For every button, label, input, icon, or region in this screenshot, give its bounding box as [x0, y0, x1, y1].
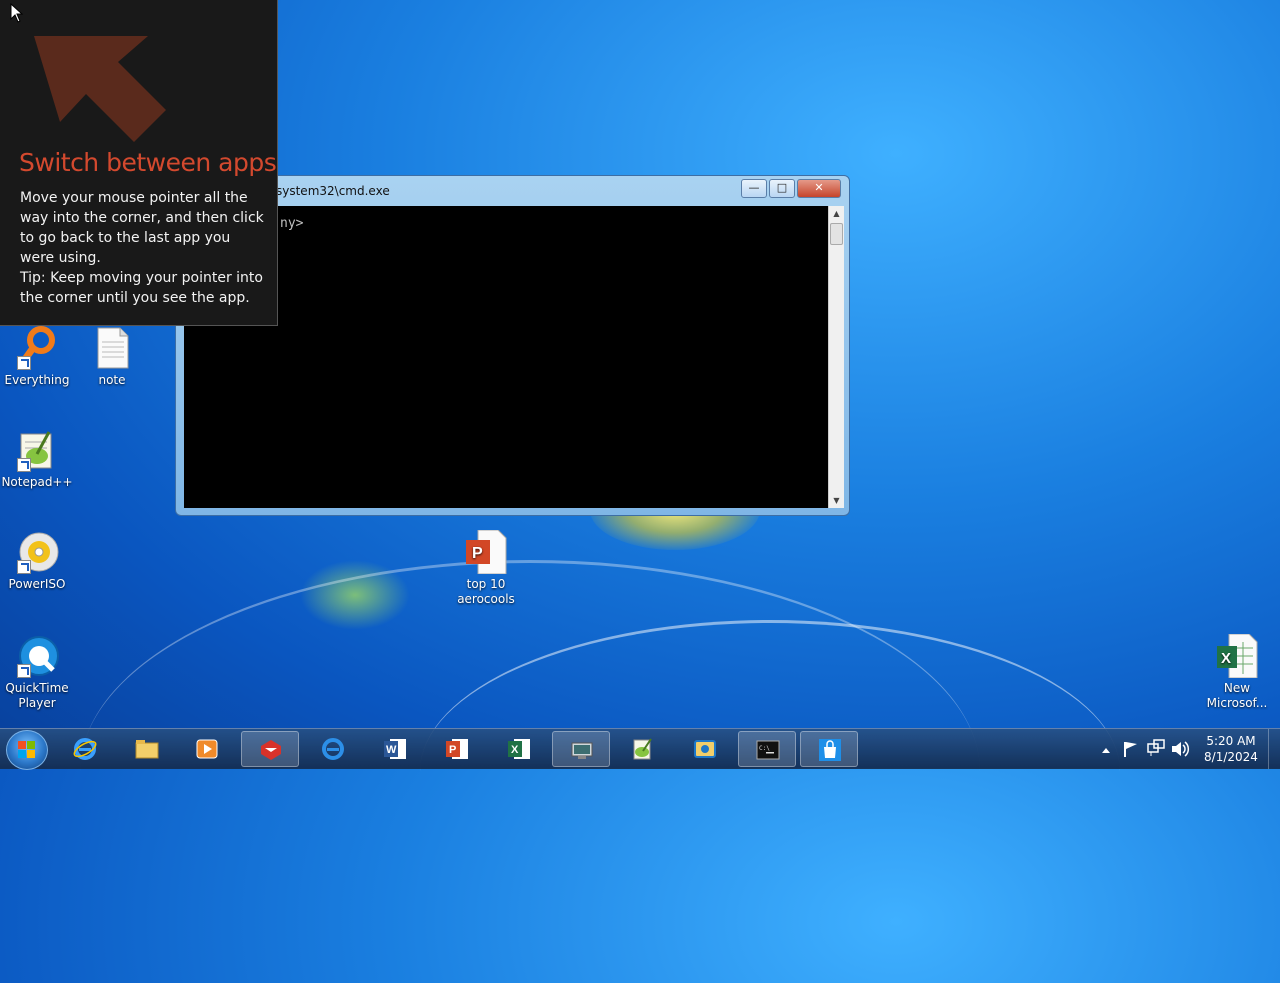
store-bag-icon: [819, 739, 841, 761]
desktop-icon-top10-aerocools[interactable]: P top 10 aerocools: [449, 529, 523, 607]
desktop-icon-label: note: [98, 373, 126, 387]
start-button[interactable]: [6, 730, 48, 770]
shortcut-arrow-icon: [17, 356, 31, 370]
arrow-up-left-icon: [34, 36, 166, 142]
desktop-icon-new-excel[interactable]: X New Microsof...: [1200, 633, 1274, 711]
switch-apps-tip-panel: Switch between apps Move your mouse poin…: [0, 0, 278, 326]
taskbar-powerpoint[interactable]: P: [428, 731, 486, 767]
tray-network[interactable]: [1146, 729, 1166, 769]
flag-icon: [1124, 742, 1137, 757]
desktop-icon-label: Everything: [4, 373, 70, 387]
taskbar-file-explorer[interactable]: [118, 731, 176, 767]
mouse-cursor-icon: [10, 3, 24, 23]
shortcut-arrow-icon: [17, 664, 31, 678]
notepad-plus-plus-icon: [15, 428, 59, 472]
svg-text:X: X: [1221, 650, 1231, 667]
tray-action-center[interactable]: [1122, 729, 1140, 769]
device-manager-icon: [571, 742, 593, 759]
desktop-icon-poweriso[interactable]: PowerISO: [0, 530, 74, 592]
desktop-icon-label: QuickTime Player: [5, 681, 69, 710]
taskbar-internet-explorer[interactable]: [56, 731, 114, 767]
taskbar-explorer-alt[interactable]: [676, 731, 734, 767]
svg-text:P: P: [472, 545, 483, 562]
svg-text:C:\: C:\: [759, 745, 770, 752]
powerpoint-file-icon: P: [464, 529, 508, 575]
taskbar-cmd[interactable]: C:\: [738, 731, 796, 767]
shortcut-arrow-icon: [17, 560, 31, 574]
text-file-icon: [90, 326, 134, 370]
desktop-icon-label: Notepad++: [1, 475, 73, 489]
wallpaper-arc: [80, 560, 980, 983]
excel-file-icon: X: [1215, 633, 1259, 679]
desktop-icon-quicktime[interactable]: QuickTime Player: [0, 634, 74, 711]
show-desktop-button[interactable]: [1268, 729, 1280, 769]
taskbar-device-manager[interactable]: [552, 731, 610, 767]
taskbar: W P X C:\ 5:20 AM 8/1/2024: [0, 728, 1280, 770]
poweriso-icon: [15, 530, 59, 574]
desktop-icon-note[interactable]: note: [75, 326, 149, 388]
command-prompt-icon: C:\: [756, 740, 780, 760]
clock-date: 8/1/2024: [1204, 750, 1258, 764]
clock-time: 5:20 AM: [1206, 734, 1256, 748]
desktop-icon-notepad-plus-plus[interactable]: Notepad++: [0, 428, 74, 490]
svg-text:X: X: [511, 744, 519, 756]
taskbar-clock[interactable]: 5:20 AM 8/1/2024: [1198, 733, 1264, 765]
cmd-prompt: ny>: [280, 216, 304, 231]
tip-title: Switch between apps: [19, 148, 277, 177]
scroll-down-arrow-icon[interactable]: ▼: [829, 493, 844, 508]
notepad-plus-plus-icon: [633, 738, 652, 760]
desktop-icon-everything[interactable]: Everything: [0, 326, 74, 388]
wallpaper-arc: [420, 620, 1120, 923]
taskbar-notepad-plus-plus[interactable]: [614, 731, 672, 767]
powerpoint-icon: P: [446, 739, 468, 759]
taskbar-store[interactable]: [800, 731, 858, 767]
svg-text:P: P: [449, 744, 456, 756]
taskbar-word[interactable]: W: [366, 731, 424, 767]
cmd-window-title: system32\cmd.exe: [276, 184, 390, 198]
excel-icon: X: [508, 739, 530, 759]
scroll-up-arrow-icon[interactable]: ▲: [829, 206, 844, 221]
folder-icon: [135, 740, 159, 759]
svg-text:W: W: [386, 744, 397, 756]
media-player-icon: [196, 739, 218, 759]
scroll-thumb[interactable]: [830, 223, 843, 245]
minimize-button[interactable]: —: [741, 179, 767, 198]
network-icon: [1147, 739, 1165, 756]
shortcut-arrow-icon: [17, 458, 31, 472]
tip-body: Move your mouse pointer all the way into…: [20, 188, 265, 308]
taskbar-app-red[interactable]: [241, 731, 299, 767]
internet-explorer-icon: [73, 738, 97, 760]
desktop-icon-label: top 10 aerocools: [457, 577, 515, 606]
chevron-up-icon: [1102, 748, 1110, 753]
taskbar-media-player[interactable]: [178, 731, 236, 767]
word-icon: W: [384, 739, 406, 759]
wallpaper-glow-green: [300, 560, 410, 630]
tip-hint-text: Tip: Keep moving your pointer into the c…: [20, 270, 263, 306]
cmd-vertical-scrollbar[interactable]: ▲ ▼: [828, 206, 844, 508]
red-app-icon: [261, 740, 281, 760]
speaker-icon: [1172, 741, 1190, 757]
cmd-console[interactable]: ny>: [184, 206, 828, 508]
tray-show-hidden-icons[interactable]: [1100, 729, 1112, 769]
explorer-icon: [694, 740, 716, 758]
windows-logo-icon: [18, 741, 36, 759]
desktop-icon-label: New Microsof...: [1206, 681, 1268, 710]
everything-icon: [15, 326, 59, 370]
maximize-button[interactable]: □: [769, 179, 795, 198]
tip-body-text: Move your mouse pointer all the way into…: [20, 190, 264, 266]
quicktime-icon: [15, 634, 59, 678]
taskbar-excel[interactable]: X: [490, 731, 548, 767]
browser-icon: [322, 738, 344, 760]
taskbar-ie-alt[interactable]: [304, 731, 362, 767]
tray-volume[interactable]: [1170, 729, 1190, 769]
close-button[interactable]: ✕: [797, 179, 841, 198]
desktop-icon-label: PowerISO: [8, 577, 66, 591]
